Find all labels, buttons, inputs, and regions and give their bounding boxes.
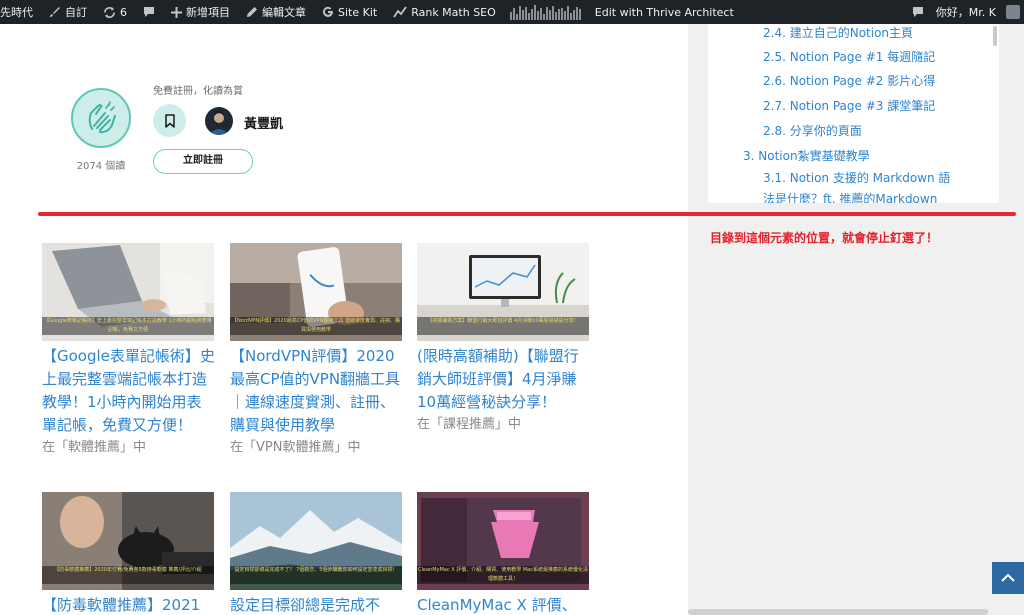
table-of-contents[interactable]: 2.4. 建立自己的Notion主頁 2.5. Notion Page #1 每… [708, 24, 999, 203]
toc-item[interactable]: 3.1. Notion 支援的 Markdown 語 [763, 169, 950, 186]
post-thumbnail[interactable]: 設定目標卻總是完成不了？ 7個觀念、5個步驟教你如何設定並達成目標！ [230, 492, 402, 590]
admin-stats-sparkline[interactable] [504, 4, 587, 20]
avatar [1006, 5, 1020, 19]
refresh-icon [104, 6, 115, 18]
horizontal-scrollbar[interactable] [688, 609, 988, 615]
post-thumbnail[interactable]: 【Google表單記帳術】史上最完整雲端記帳本打造教學 1小時內開始用表單記帳，… [42, 243, 214, 341]
post-category: 在「VPN軟體推薦」中 [230, 440, 361, 455]
post-title-link[interactable]: 【Google表單記帳術】史上最完整雲端記帳本打造教學！1小時內開始用表單記帳，… [42, 345, 216, 437]
toc-scrollbar[interactable] [993, 26, 997, 46]
author-badge [71, 88, 131, 148]
arrow-up-icon [1001, 573, 1015, 582]
admin-updates[interactable]: 6 [95, 0, 135, 24]
related-post-card[interactable]: 【NordVPN評價】2020最高CP值的VPN翻牆工具 連線速度實測、註冊、購… [230, 243, 404, 459]
back-to-top-button[interactable] [992, 562, 1024, 594]
post-title-link[interactable]: CleanMyMac X 評價、介 [417, 594, 591, 615]
post-title-link[interactable]: 【防毒軟體推薦】2021 [42, 594, 216, 615]
thumbnail-banner: 【防毒軟體推薦】2020年付費/免費各5款排毒軟體 推薦/評比/介紹 [42, 566, 214, 584]
thumbnail-banner: CleanMyMac X 評價、介紹、購買、使用教學 Mac系統最推薦的系統優化… [417, 566, 589, 584]
admin-site-name[interactable]: 先時代 [0, 0, 41, 24]
annotation-note: 目錄到這個元素的位置，就會停止釘選了！ [710, 231, 939, 245]
thumbnail-banner: 設定目標卻總是完成不了？ 7個觀念、5個步驟教你如何設定並達成目標！ [230, 566, 402, 584]
related-post-card[interactable]: 【防毒軟體推薦】2020年付費/免費各5款排毒軟體 推薦/評比/介紹 【防毒軟體… [42, 492, 216, 615]
bookmark-button[interactable] [153, 104, 186, 137]
pencil-icon [247, 7, 257, 17]
admin-thrive[interactable]: Edit with Thrive Architect [587, 0, 742, 24]
admin-comments[interactable] [135, 0, 163, 24]
post-thumbnail[interactable]: CleanMyMac X 評價、介紹、購買、使用教學 Mac系統最推薦的系統優化… [417, 492, 589, 590]
post-thumbnail[interactable]: 【NordVPN評價】2020最高CP值的VPN翻牆工具 連線速度實測、註冊、購… [230, 243, 402, 341]
admin-edit-post[interactable]: 編輯文章 [238, 0, 314, 24]
post-title-link[interactable]: 設定目標卻總是完成不 [230, 594, 404, 615]
comment-icon [144, 7, 154, 17]
admin-screen-options[interactable] [904, 0, 928, 24]
toc-item[interactable]: 2.6. Notion Page #2 影片心得 [763, 72, 935, 89]
toc-item[interactable]: 2.7. Notion Page #3 課堂筆記 [763, 97, 935, 114]
post-category: 在「課程推薦」中 [417, 417, 522, 432]
toc-item[interactable]: 2.8. 分享你的頁面 [763, 122, 862, 139]
post-category: 在「軟體推薦」中 [42, 440, 147, 455]
post-thumbnail[interactable]: 【高額補助方案】聯盟行銷大師班評價 4月淨賺10萬經營祕訣分享！ [417, 243, 589, 341]
admin-account[interactable]: 你好，Mr. K [928, 0, 1024, 24]
related-post-card[interactable]: 設定目標卻總是完成不了？ 7個觀念、5個步驟教你如何設定並達成目標！ 設定目標卻… [230, 492, 404, 615]
plus-icon [171, 6, 182, 18]
author-avatar-image [209, 111, 229, 135]
post-thumbnail[interactable]: 【防毒軟體推薦】2020年付費/免費各5款排毒軟體 推薦/評比/介紹 [42, 492, 214, 590]
register-prompt: 免費註冊，化讀為賞 [153, 86, 243, 97]
clapping-hands-icon [88, 101, 116, 134]
admin-rank-math[interactable]: Rank Math SEO [385, 0, 504, 24]
toc-item[interactable]: 2.5. Notion Page #1 每週隨記 [763, 48, 935, 65]
admin-site-kit[interactable]: Site Kit [314, 0, 385, 24]
admin-bar: 先時代 自訂 6 新增項目 編輯文章 Site Kit Rank Math SE… [0, 0, 1024, 24]
author-avatar[interactable] [205, 107, 233, 135]
signup-button[interactable]: 立即註冊 [153, 149, 253, 174]
author-name[interactable]: 黃豐凱 [244, 113, 283, 132]
toc-item[interactable]: 法是什麼？ft. 推薦的Markdown [763, 190, 937, 203]
thumbnail-banner: 【高額補助方案】聯盟行銷大師班評價 4月淨賺10萬經營祕訣分享！ [417, 317, 589, 335]
toc-item[interactable]: 2.4. 建立自己的Notion主頁 [763, 24, 913, 41]
rank-math-icon [393, 6, 407, 18]
related-post-card[interactable]: 【Google表單記帳術】史上最完整雲端記帳本打造教學 1小時內開始用表單記帳，… [42, 243, 216, 459]
post-title-link[interactable]: (限時高額補助)【聯盟行銷大師班評價】4月淨賺10萬經營秘訣分享！ [417, 345, 591, 414]
annotation-marker-line [38, 212, 1016, 216]
related-post-card[interactable]: CleanMyMac X 評價、介紹、購買、使用教學 Mac系統最推薦的系統優化… [417, 492, 591, 615]
sidebar: 2.4. 建立自己的Notion主頁 2.5. Notion Page #1 每… [688, 24, 1024, 615]
bookmark-icon [164, 113, 175, 128]
admin-customize[interactable]: 自訂 [41, 0, 95, 24]
admin-new-item[interactable]: 新增項目 [163, 0, 238, 24]
comment-icon [912, 7, 923, 17]
thumbnail-banner: 【Google表單記帳術】史上最完整雲端記帳本打造教學 1小時內開始用表單記帳，… [42, 317, 214, 335]
main-content: 2074 個讀 免費註冊，化讀為賞 黃豐凱 立即註冊 【Google表單記帳術】… [0, 24, 688, 615]
brush-icon [50, 7, 60, 17]
post-title-link[interactable]: 【NordVPN評價】2020最高CP值的VPN翻牆工具｜連線速度實測、註冊、購… [230, 345, 404, 437]
related-post-card[interactable]: 【高額補助方案】聯盟行銷大師班評價 4月淨賺10萬經營祕訣分享！ (限時高額補助… [417, 243, 591, 436]
read-count: 2074 個讀 [76, 161, 126, 172]
toc-item[interactable]: 3. Notion紮實基礎教學 [743, 147, 870, 164]
thumbnail-banner: 【NordVPN評價】2020最高CP值的VPN翻牆工具 連線速度實測、註冊、購… [230, 317, 402, 335]
google-g-icon [323, 6, 333, 17]
